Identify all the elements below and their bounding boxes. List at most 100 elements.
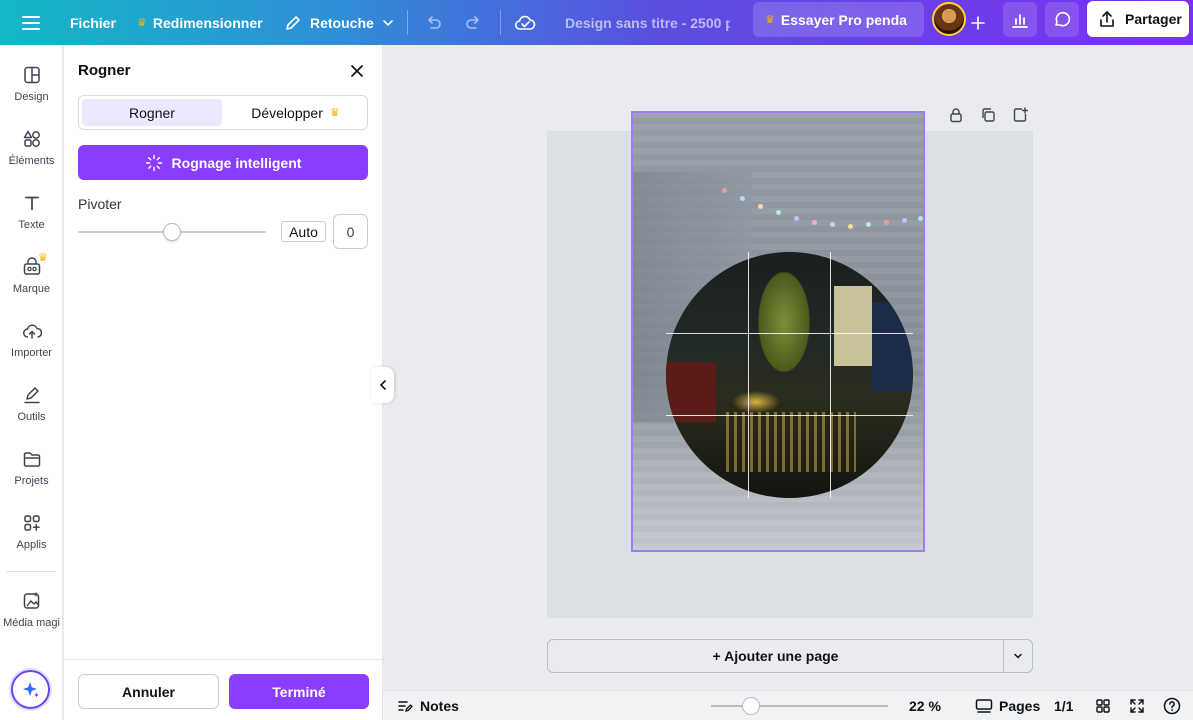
crown-icon: ♛ [765, 14, 775, 26]
notes-label: Notes [420, 698, 459, 714]
panel-title: Rogner [78, 62, 131, 79]
smart-crop-button[interactable]: Rognage intelligent [78, 145, 368, 180]
rotate-degree-input[interactable] [333, 214, 368, 249]
folder-icon [23, 452, 40, 467]
rail-item-projects[interactable]: Projets [0, 439, 63, 499]
shapes-icon [23, 130, 40, 147]
crop-frame[interactable] [631, 111, 925, 552]
apps-grid-icon [23, 515, 40, 531]
pencil-icon [286, 15, 300, 30]
resize-label: Redimensionner [152, 14, 263, 31]
page-count: 1/1 [1054, 698, 1074, 714]
separator [500, 10, 501, 35]
pages-icon [975, 699, 993, 713]
rail-divider [6, 571, 56, 572]
help-button[interactable] [1162, 696, 1182, 716]
pages-label: Pages [999, 698, 1041, 714]
close-button[interactable] [347, 61, 367, 81]
slider-thumb[interactable] [163, 223, 181, 241]
collapse-panel-button[interactable] [371, 367, 394, 403]
magic-media-icon [23, 592, 39, 609]
cloud-check-icon [514, 15, 536, 30]
crown-icon: ♛ [137, 17, 147, 29]
rail-item-magic-media[interactable]: Média magi [0, 581, 63, 641]
panel-footer-divider [64, 659, 382, 660]
separator [407, 10, 408, 35]
edit-label: Retouche [310, 14, 374, 31]
bar-chart-icon [1012, 13, 1028, 28]
left-rail: Design Éléments Texte ♛ Marque Importer … [0, 45, 63, 720]
grid-view-icon [1096, 699, 1110, 713]
rotate-label: Pivoter [78, 196, 122, 212]
try-pro-label: Essayer Pro penda [780, 11, 907, 28]
save-status[interactable] [514, 0, 536, 45]
avatar[interactable] [932, 2, 966, 36]
document-title[interactable]: Design sans titre - 2500 p [565, 0, 730, 45]
chevron-left-icon [379, 380, 386, 390]
comments-button[interactable] [1045, 2, 1079, 37]
crop-panel: Rogner Rogner Développer ♛ Rognage intel… [64, 45, 383, 720]
zoom-value[interactable]: 22 % [909, 691, 941, 720]
rail-item-tools[interactable]: Outils [0, 375, 63, 435]
resize-button[interactable]: ♛ Redimensionner [137, 0, 263, 45]
rotate-slider[interactable] [78, 223, 266, 241]
crown-icon: ♛ [329, 107, 340, 119]
smart-crop-label: Rognage intelligent [171, 154, 302, 171]
notes-button[interactable]: Notes [397, 691, 459, 720]
tab-crop[interactable]: Rogner [82, 99, 222, 126]
invite-button[interactable] [970, 0, 986, 45]
rail-label: Éléments [8, 155, 55, 167]
pen-tool-icon [23, 387, 40, 404]
zoom-slider[interactable] [711, 697, 888, 715]
plus-icon [971, 15, 985, 30]
bottom-bar: Notes 22 % Pages 1/1 [383, 690, 1193, 720]
share-button[interactable]: Partager [1087, 1, 1189, 37]
zoom-slider-thumb[interactable] [742, 697, 760, 715]
magic-assistant-button[interactable] [11, 670, 50, 709]
text-icon [24, 196, 39, 211]
done-button[interactable]: Terminé [229, 674, 369, 709]
redo-button[interactable] [464, 0, 484, 45]
rail-item-design[interactable]: Design [0, 55, 63, 115]
rail-label: Texte [18, 219, 45, 231]
cancel-button[interactable]: Annuler [78, 674, 219, 709]
crown-icon: ♛ [38, 252, 48, 264]
rail-label: Projets [14, 475, 49, 487]
tab-expand[interactable]: Développer ♛ [225, 99, 366, 126]
menu-button[interactable] [20, 0, 42, 45]
pages-button[interactable]: Pages [975, 691, 1040, 720]
rail-label: Applis [16, 539, 47, 551]
rail-item-text[interactable]: Texte [0, 183, 63, 243]
duplicate-page-button[interactable] [978, 105, 998, 125]
try-pro-button[interactable]: ♛ Essayer Pro penda [753, 2, 924, 37]
edit-menu[interactable]: Retouche [283, 0, 395, 45]
lock-icon [950, 108, 962, 123]
share-label: Partager [1125, 11, 1182, 27]
comment-icon [1055, 11, 1071, 26]
file-menu[interactable]: Fichier [70, 0, 116, 45]
rail-item-upload[interactable]: Importer [0, 311, 63, 371]
sparkle-icon [22, 681, 39, 697]
undo-button[interactable] [423, 0, 443, 45]
add-page-icon-button[interactable] [1010, 105, 1030, 125]
rail-item-brand[interactable]: ♛ Marque [0, 247, 63, 307]
chevron-down-icon [1014, 653, 1022, 659]
lock-page-button[interactable] [946, 105, 966, 125]
rail-label: Importer [11, 347, 52, 359]
grid-view-button[interactable] [1093, 696, 1113, 716]
close-icon [351, 65, 363, 77]
upload-cloud-icon [22, 324, 42, 339]
rail-label: Design [14, 91, 49, 103]
fullscreen-button[interactable] [1127, 696, 1147, 716]
top-bar: Fichier ♛ Redimensionner Retouche Design… [0, 0, 1193, 45]
crop-mode-tabs: Rogner Développer ♛ [78, 95, 368, 130]
add-page-options-button[interactable] [1004, 650, 1032, 662]
auto-rotate-button[interactable]: Auto [281, 221, 326, 242]
insights-button[interactable] [1003, 2, 1037, 37]
hamburger-icon [22, 15, 40, 30]
add-page-button[interactable]: + Ajouter une page [548, 640, 1004, 672]
rail-label: Média magi [3, 617, 60, 629]
magic-wand-icon [145, 154, 162, 171]
rail-item-apps[interactable]: Applis [0, 503, 63, 563]
rail-item-elements[interactable]: Éléments [0, 119, 63, 179]
